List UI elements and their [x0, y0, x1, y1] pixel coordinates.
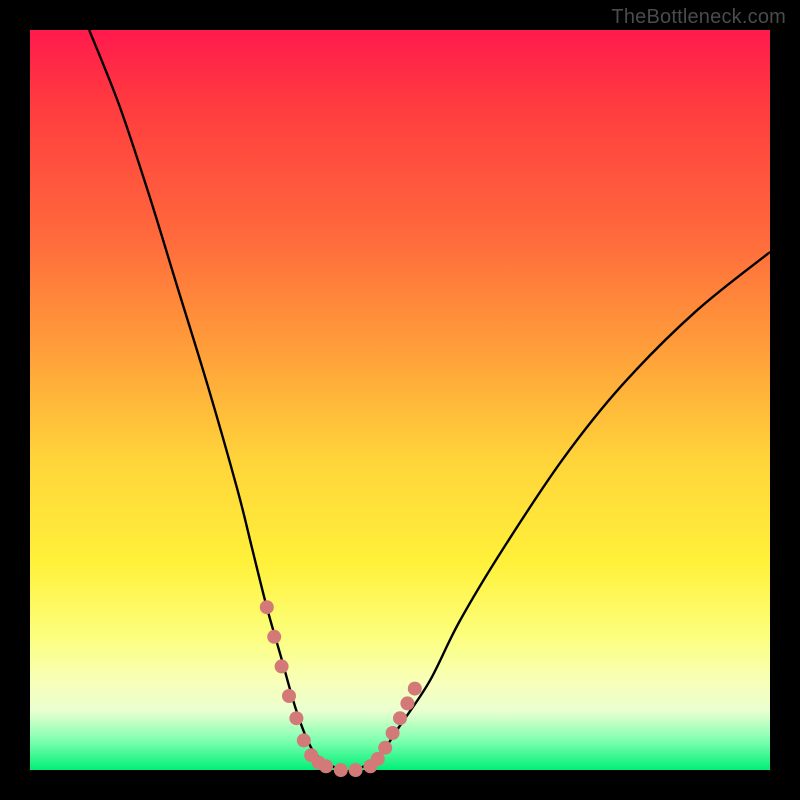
- valley-marker-dot: [297, 733, 311, 747]
- watermark-text: TheBottleneck.com: [611, 6, 786, 29]
- valley-marker-dot: [393, 711, 407, 725]
- valley-markers: [260, 600, 422, 777]
- valley-marker-dot: [267, 630, 281, 644]
- curve-left-branch: [89, 30, 341, 770]
- valley-marker-dot: [319, 759, 333, 773]
- valley-marker-dot: [349, 763, 363, 777]
- valley-marker-dot: [275, 659, 289, 673]
- valley-marker-dot: [378, 741, 392, 755]
- valley-marker-dot: [334, 763, 348, 777]
- valley-marker-dot: [289, 711, 303, 725]
- plot-area: [30, 30, 770, 770]
- curve-layer: [30, 30, 770, 770]
- chart-frame: TheBottleneck.com: [0, 0, 800, 800]
- valley-marker-dot: [282, 689, 296, 703]
- valley-marker-dot: [408, 682, 422, 696]
- valley-marker-dot: [386, 726, 400, 740]
- bottleneck-curve: [89, 30, 770, 770]
- valley-marker-dot: [400, 696, 414, 710]
- valley-marker-dot: [260, 600, 274, 614]
